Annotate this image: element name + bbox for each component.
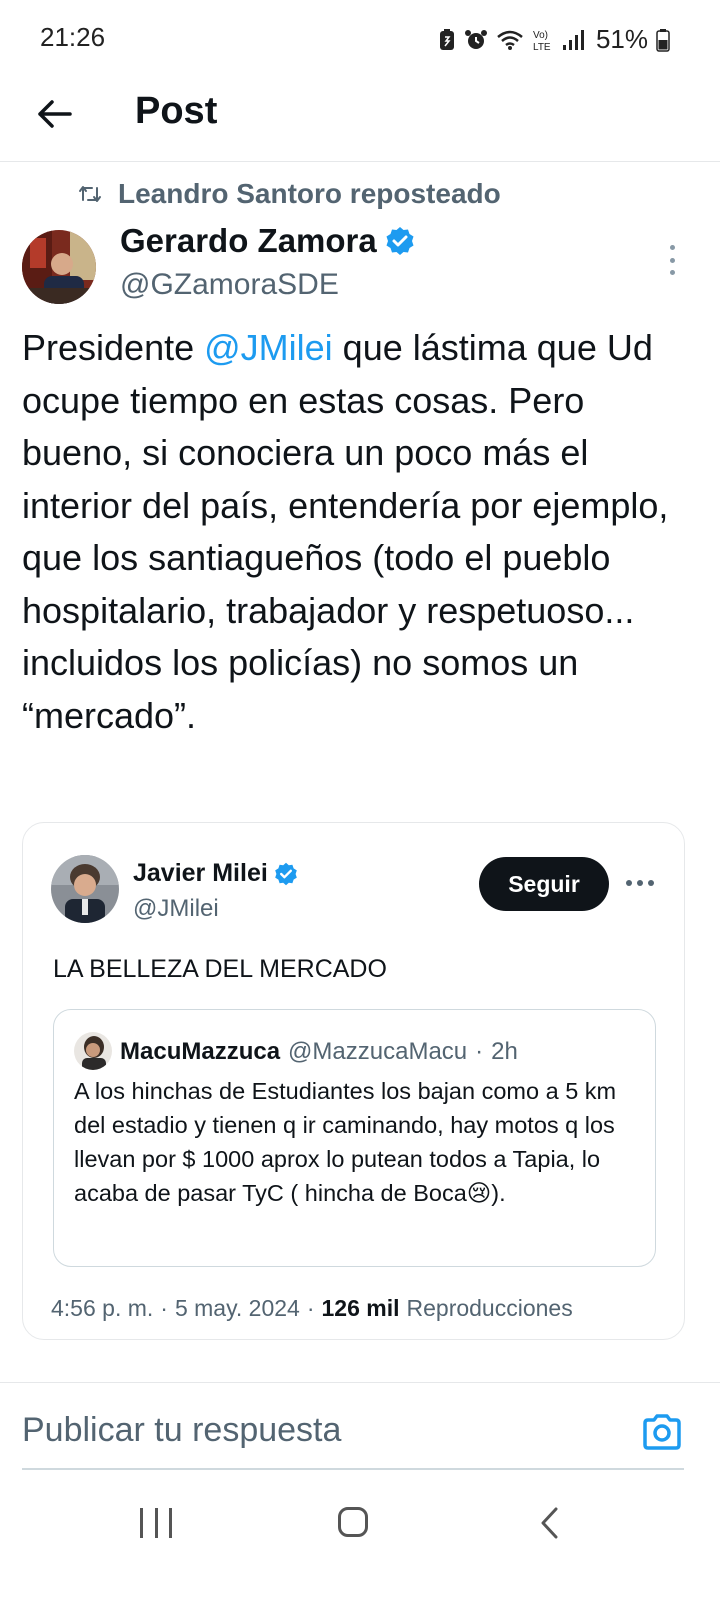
verified-badge-icon <box>386 227 414 255</box>
embedded-author-name[interactable]: Javier Milei <box>133 859 298 888</box>
post-header: Post <box>0 80 720 162</box>
more-horizontal-icon <box>626 880 632 886</box>
svg-text:Vo): Vo) <box>533 30 548 41</box>
status-icons: Vo) LTE 51% <box>438 24 670 55</box>
battery-saver-icon <box>439 28 454 50</box>
page-title: Post <box>135 90 218 132</box>
more-options-button[interactable] <box>664 245 680 275</box>
status-time: 21:26 <box>40 22 106 52</box>
embedded-tweet-card[interactable]: Javier Milei @JMilei Seguir LA BELLEZA D… <box>22 822 685 1340</box>
back-button[interactable] <box>32 92 76 136</box>
embedded-footer: 4:56 p. m. · 5 may. 2024 · 126 mil Repro… <box>51 1295 573 1322</box>
quoted-tweet[interactable]: MacuMazzuca @MazzucaMacu · 2h A los hinc… <box>53 1009 656 1267</box>
author-handle[interactable]: @GZamoraSDE <box>120 268 339 302</box>
nav-home-icon[interactable] <box>338 1507 368 1537</box>
author-name[interactable]: Gerardo Zamora <box>120 222 415 260</box>
quoted-header: MacuMazzuca @MazzucaMacu · 2h <box>120 1038 518 1066</box>
verified-badge-icon <box>275 862 297 885</box>
post-date: 5 may. 2024 <box>174 1295 300 1321</box>
reply-underline <box>22 1468 684 1470</box>
views-label: Reproducciones <box>406 1295 573 1321</box>
footer-separator: · <box>160 1295 168 1321</box>
battery-icon <box>656 28 670 52</box>
volte-icon: Vo)LTE <box>533 30 551 52</box>
embedded-author-handle[interactable]: @JMilei <box>133 895 219 923</box>
tweet-text-part1: Presidente <box>22 327 205 368</box>
author-avatar[interactable] <box>22 230 96 304</box>
author-name-text: Gerardo Zamora <box>120 222 377 259</box>
repost-icon <box>79 186 101 202</box>
status-bar: 21:26 Vo) LTE 51% <box>0 0 720 80</box>
post-time: 4:56 p. m. <box>51 1295 154 1321</box>
repost-indicator[interactable]: Leandro Santoro reposteado <box>78 178 501 210</box>
more-vertical-icon <box>669 245 675 250</box>
embedded-author-avatar[interactable] <box>51 855 119 923</box>
camera-icon <box>643 1414 681 1450</box>
embedded-tweet-text: LA BELLEZA DEL MERCADO <box>53 955 387 983</box>
wifi-icon <box>497 30 523 50</box>
nav-back-icon[interactable] <box>538 1506 562 1545</box>
battery-percent: 51% <box>595 24 648 54</box>
quoted-author-handle[interactable]: @MazzucaMacu <box>288 1038 467 1066</box>
svg-text:LTE: LTE <box>533 42 551 52</box>
reply-divider <box>0 1382 720 1383</box>
quoted-author-name[interactable]: MacuMazzuca <box>120 1038 280 1066</box>
repost-label: Leandro Santoro reposteado <box>118 178 501 209</box>
mention-link[interactable]: @JMilei <box>204 327 333 368</box>
camera-button[interactable] <box>641 1412 683 1452</box>
signal-icon <box>562 29 584 50</box>
footer-separator: · <box>306 1295 315 1321</box>
views-count: 126 mil <box>321 1295 400 1321</box>
quoted-text: A los hinchas de Estudiantes los bajan c… <box>74 1078 617 1206</box>
nav-recents-icon[interactable] <box>140 1508 172 1538</box>
tweet-text-part2: que lástima que Ud ocupe tiempo en estas… <box>22 327 669 736</box>
tweet-text: Presidente @JMilei que lástima que Ud oc… <box>22 322 702 742</box>
quoted-author-avatar[interactable] <box>74 1032 112 1070</box>
follow-button[interactable]: Seguir <box>479 857 609 911</box>
quoted-separator: · <box>475 1038 484 1065</box>
back-arrow-icon <box>38 100 72 128</box>
alarm-icon <box>464 29 487 49</box>
system-nav-bar <box>0 1490 720 1600</box>
embedded-author-name-text: Javier Milei <box>133 859 268 887</box>
quoted-time: 2h <box>491 1038 518 1065</box>
embedded-more-button[interactable] <box>626 880 654 886</box>
reply-input[interactable]: Publicar tu respuesta <box>22 1411 341 1450</box>
